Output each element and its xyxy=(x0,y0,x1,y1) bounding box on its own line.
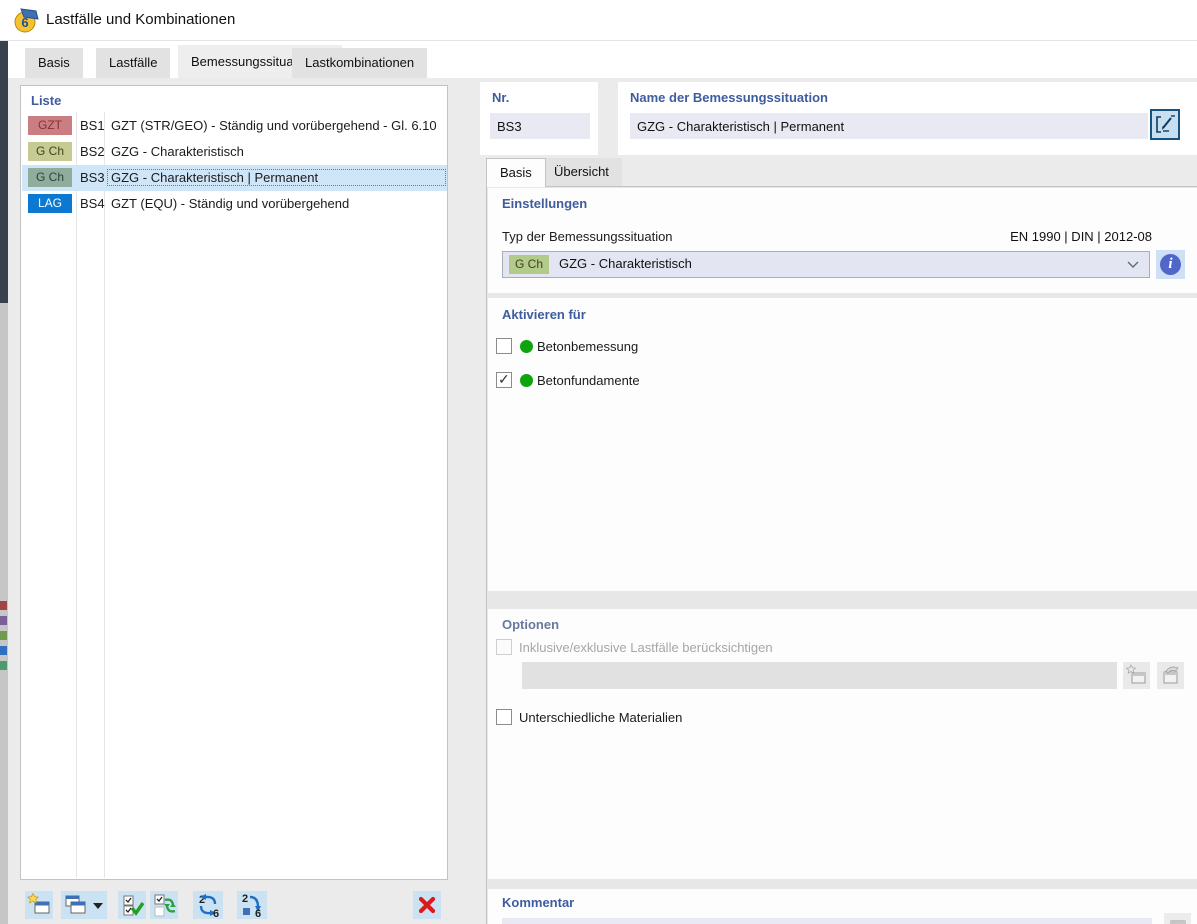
design-situation-list: Liste GZT BS1 GZT (STR/GEO) - Ständig un… xyxy=(20,85,448,880)
basis-tab-panel: Einstellungen Typ der Bemessungssituatio… xyxy=(486,186,1197,924)
betonbemessung-checkbox[interactable] xyxy=(496,338,512,354)
subtab-uebersicht[interactable]: Übersicht xyxy=(541,158,622,186)
tab-lastfaelle[interactable]: Lastfälle xyxy=(96,48,171,78)
edit-list-icon xyxy=(1163,666,1179,684)
betonbemessung-label: Betonbemessung xyxy=(537,339,639,354)
titlebar[interactable]: 6 Lastfälle und Kombinationen xyxy=(0,0,1197,41)
row-name: GZG - Charakteristisch xyxy=(111,144,244,159)
typ-dropdown[interactable]: G Ch GZG - Charakteristisch xyxy=(502,251,1150,278)
new-case-button[interactable] xyxy=(25,891,53,919)
kommentar-list-icon xyxy=(1170,920,1186,924)
row-name: GZT (STR/GEO) - Ständig und vorübergehen… xyxy=(111,118,437,133)
check-all-button[interactable] xyxy=(118,891,146,919)
inklusive-checkbox xyxy=(496,639,512,655)
check-all-icon xyxy=(123,895,145,916)
rename-button[interactable] xyxy=(1150,109,1180,140)
dropdown-value: GZG - Charakteristisch xyxy=(559,256,692,271)
inklusive-input xyxy=(522,662,1117,689)
row-name: GZG - Charakteristisch | Permanent xyxy=(107,169,446,186)
list-row-selected[interactable]: G Ch BS3 GZG - Charakteristisch | Perman… xyxy=(22,165,447,191)
svg-text:6: 6 xyxy=(213,908,219,919)
svg-text:6: 6 xyxy=(255,908,261,919)
subtab-basis[interactable]: Basis xyxy=(486,158,546,187)
kommentar-list-button xyxy=(1164,913,1191,924)
dropdown-type-badge: G Ch xyxy=(509,255,549,274)
materialien-checkbox[interactable] xyxy=(496,709,512,725)
betonfundamente-label: Betonfundamente xyxy=(537,373,640,388)
tab-lastkombinationen[interactable]: Lastkombinationen xyxy=(292,48,428,78)
einstellungen-section: Einstellungen Typ der Bemessungssituatio… xyxy=(488,188,1197,293)
list-header: Liste xyxy=(31,93,62,108)
renumber-assign-icon: 2 6 xyxy=(242,893,261,919)
tab-basis[interactable]: Basis xyxy=(25,48,83,78)
info-icon: i xyxy=(1160,254,1181,275)
invert-checks-icon xyxy=(154,894,176,917)
column-separator xyxy=(76,112,77,878)
rename-pencil-icon xyxy=(1156,115,1175,133)
new-list-icon xyxy=(1125,664,1146,684)
norm-label: EN 1990 | DIN | 2012-08 xyxy=(1010,229,1152,244)
inklusive-label: Inklusive/exklusive Lastfälle berücksich… xyxy=(519,640,773,655)
kommentar-input[interactable] xyxy=(502,918,1152,924)
optionen-header: Optionen xyxy=(502,617,560,632)
name-label: Name der Bemessungssituation xyxy=(630,90,828,105)
nr-input[interactable] xyxy=(490,113,590,139)
type-badge: G Ch xyxy=(28,168,72,187)
type-badge: G Ch xyxy=(28,142,72,161)
background-app-edge xyxy=(0,41,8,924)
list-row[interactable]: G Ch BS2 GZG - Charakteristisch xyxy=(22,139,447,165)
typ-label: Typ der Bemessungssituation xyxy=(502,229,673,244)
status-dot-icon xyxy=(520,340,533,353)
kommentar-header: Kommentar xyxy=(502,895,575,910)
betonfundamente-checkbox[interactable] xyxy=(496,371,512,388)
main-tab-bar: Basis Lastfälle Bemessungssituationen La… xyxy=(8,41,1197,78)
row-id: BS1 xyxy=(80,118,105,133)
dropdown-caret-icon xyxy=(93,903,103,909)
type-badge: GZT xyxy=(28,116,72,135)
invert-checks-button[interactable] xyxy=(150,891,178,919)
nr-label: Nr. xyxy=(492,90,510,105)
load-cases-dialog: 6 Lastfälle und Kombinationen Basis Last… xyxy=(0,0,1197,924)
delete-button[interactable] xyxy=(413,891,441,919)
row-name: GZT (EQU) - Ständig und vorübergehend xyxy=(111,196,350,211)
list-row[interactable]: GZT BS1 GZT (STR/GEO) - Ständig und vorü… xyxy=(22,113,447,139)
svg-text:2: 2 xyxy=(242,893,248,905)
aktivieren-section: Aktivieren für Betonbemessung Betonfunda… xyxy=(488,298,1197,591)
row-id: BS3 xyxy=(80,170,105,185)
aktivieren-header: Aktivieren für xyxy=(502,307,586,322)
list-row[interactable]: LAG BS4 GZT (EQU) - Ständig und vorüberg… xyxy=(22,191,447,217)
nr-box: Nr. xyxy=(480,82,598,155)
row-id: BS4 xyxy=(80,196,105,211)
optionen-section: Optionen Inklusive/exklusive Lastfälle b… xyxy=(488,609,1197,879)
copy-case-icon xyxy=(65,895,103,914)
type-badge: LAG xyxy=(28,194,72,213)
materialien-label: Unterschiedliche Materialien xyxy=(519,710,683,725)
name-input[interactable] xyxy=(630,113,1148,139)
einstellungen-header: Einstellungen xyxy=(502,196,588,211)
name-box: Name der Bemessungssituation xyxy=(618,82,1197,155)
delete-icon xyxy=(418,896,436,914)
row-id: BS2 xyxy=(80,144,105,159)
new-list-button xyxy=(1123,662,1150,689)
status-dot-icon xyxy=(520,374,533,387)
new-case-icon xyxy=(27,892,50,914)
column-separator xyxy=(104,112,105,878)
renumber-assign-button[interactable]: 2 6 xyxy=(237,891,267,919)
renumber-button[interactable]: 2 6 xyxy=(193,891,223,919)
app-icon: 6 xyxy=(14,8,39,33)
kommentar-section: Kommentar xyxy=(488,889,1197,924)
window-title: Lastfälle und Kombinationen xyxy=(46,11,236,28)
chevron-down-icon xyxy=(1127,261,1139,268)
edit-list-button xyxy=(1157,662,1184,689)
info-button[interactable]: i xyxy=(1156,250,1185,279)
copy-case-button[interactable] xyxy=(61,891,107,919)
renumber-icon: 2 6 xyxy=(199,894,219,919)
